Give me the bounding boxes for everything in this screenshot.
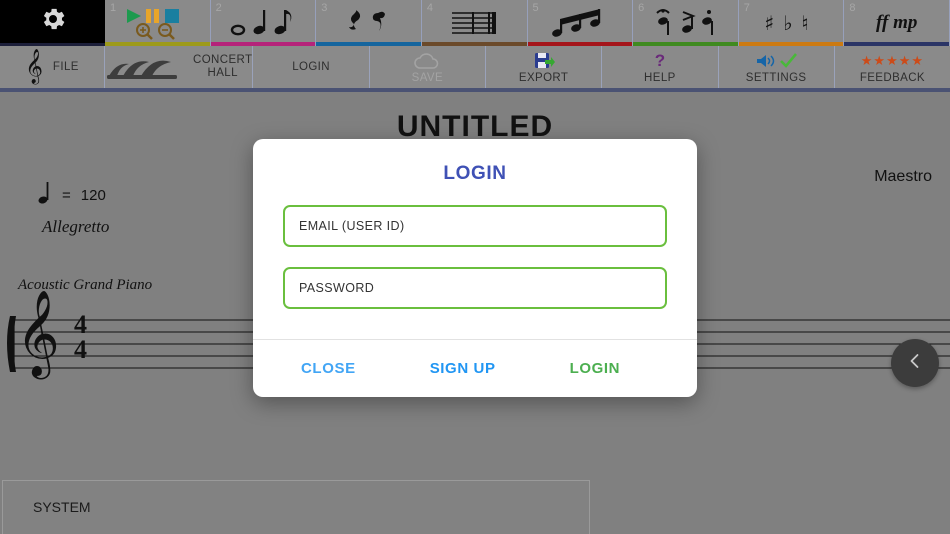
sign-up-button[interactable]: SIGN UP (430, 360, 496, 377)
password-field-group (253, 267, 697, 309)
login-dialog: LOGIN CLOSE SIGN UP LOGIN (253, 139, 697, 397)
email-input[interactable] (283, 205, 667, 247)
email-field-group (253, 205, 697, 247)
dialog-action-bar: CLOSE SIGN UP LOGIN (253, 339, 697, 397)
login-button[interactable]: LOGIN (570, 360, 621, 377)
dialog-title: LOGIN (443, 163, 507, 184)
app-root: 1 2 3 4 5 6 7 ♯♭♮ 8 ff mp 𝄞 FILE CONCERT… (0, 0, 950, 534)
close-button[interactable]: CLOSE (301, 360, 356, 377)
modal-scrim[interactable]: LOGIN CLOSE SIGN UP LOGIN (0, 0, 950, 534)
password-input[interactable] (283, 267, 667, 309)
